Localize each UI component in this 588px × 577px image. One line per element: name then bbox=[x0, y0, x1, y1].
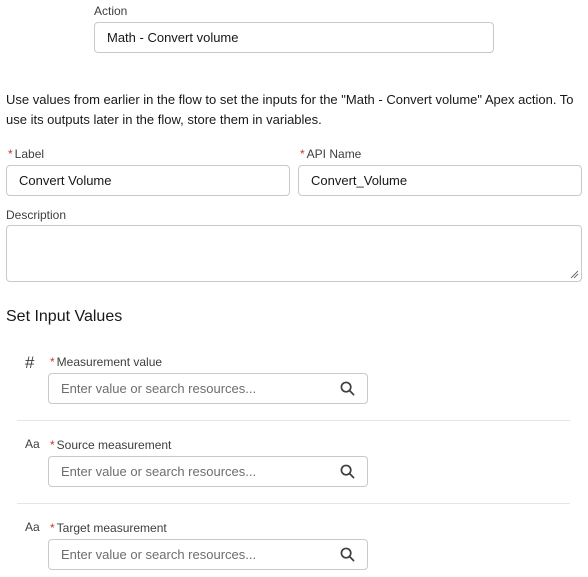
action-field[interactable]: Math - Convert volume bbox=[94, 22, 494, 53]
section-title-set-input-values: Set Input Values bbox=[6, 308, 123, 325]
label-input[interactable]: Convert Volume bbox=[6, 165, 290, 196]
intro-text: Use values from earlier in the flow to s… bbox=[6, 92, 574, 127]
measurement-value-input[interactable]: Enter value or search resources... bbox=[48, 373, 368, 404]
required-marker: * bbox=[8, 147, 13, 161]
api-name-field-label: * API Name bbox=[300, 147, 362, 161]
resize-grip-icon[interactable] bbox=[569, 269, 579, 279]
search-icon bbox=[340, 464, 355, 479]
action-label: Action bbox=[94, 4, 128, 18]
description-label: Description bbox=[6, 208, 67, 222]
text-icon: Aa bbox=[25, 520, 40, 534]
search-icon bbox=[340, 381, 355, 396]
description-textarea[interactable] bbox=[6, 225, 582, 282]
required-marker: * bbox=[50, 438, 55, 452]
label-field-label: * Label bbox=[8, 147, 45, 161]
divider bbox=[17, 503, 570, 504]
input-label-target-measurement: * Target measurement bbox=[50, 521, 167, 535]
action-value: Math - Convert volume bbox=[107, 30, 239, 45]
search-icon bbox=[340, 547, 355, 562]
input-label-measurement-value: * Measurement value bbox=[50, 355, 163, 369]
api-name-input[interactable]: Convert_Volume bbox=[298, 165, 582, 196]
source-measurement-input[interactable]: Enter value or search resources... bbox=[48, 456, 368, 487]
target-measurement-input[interactable]: Enter value or search resources... bbox=[48, 539, 368, 570]
required-marker: * bbox=[50, 355, 55, 369]
text-icon: Aa bbox=[25, 437, 40, 451]
divider bbox=[17, 420, 570, 421]
number-icon: # bbox=[25, 353, 35, 372]
input-label-source-measurement: * Source measurement bbox=[50, 438, 172, 452]
required-marker: * bbox=[50, 521, 55, 535]
required-marker: * bbox=[300, 147, 305, 161]
